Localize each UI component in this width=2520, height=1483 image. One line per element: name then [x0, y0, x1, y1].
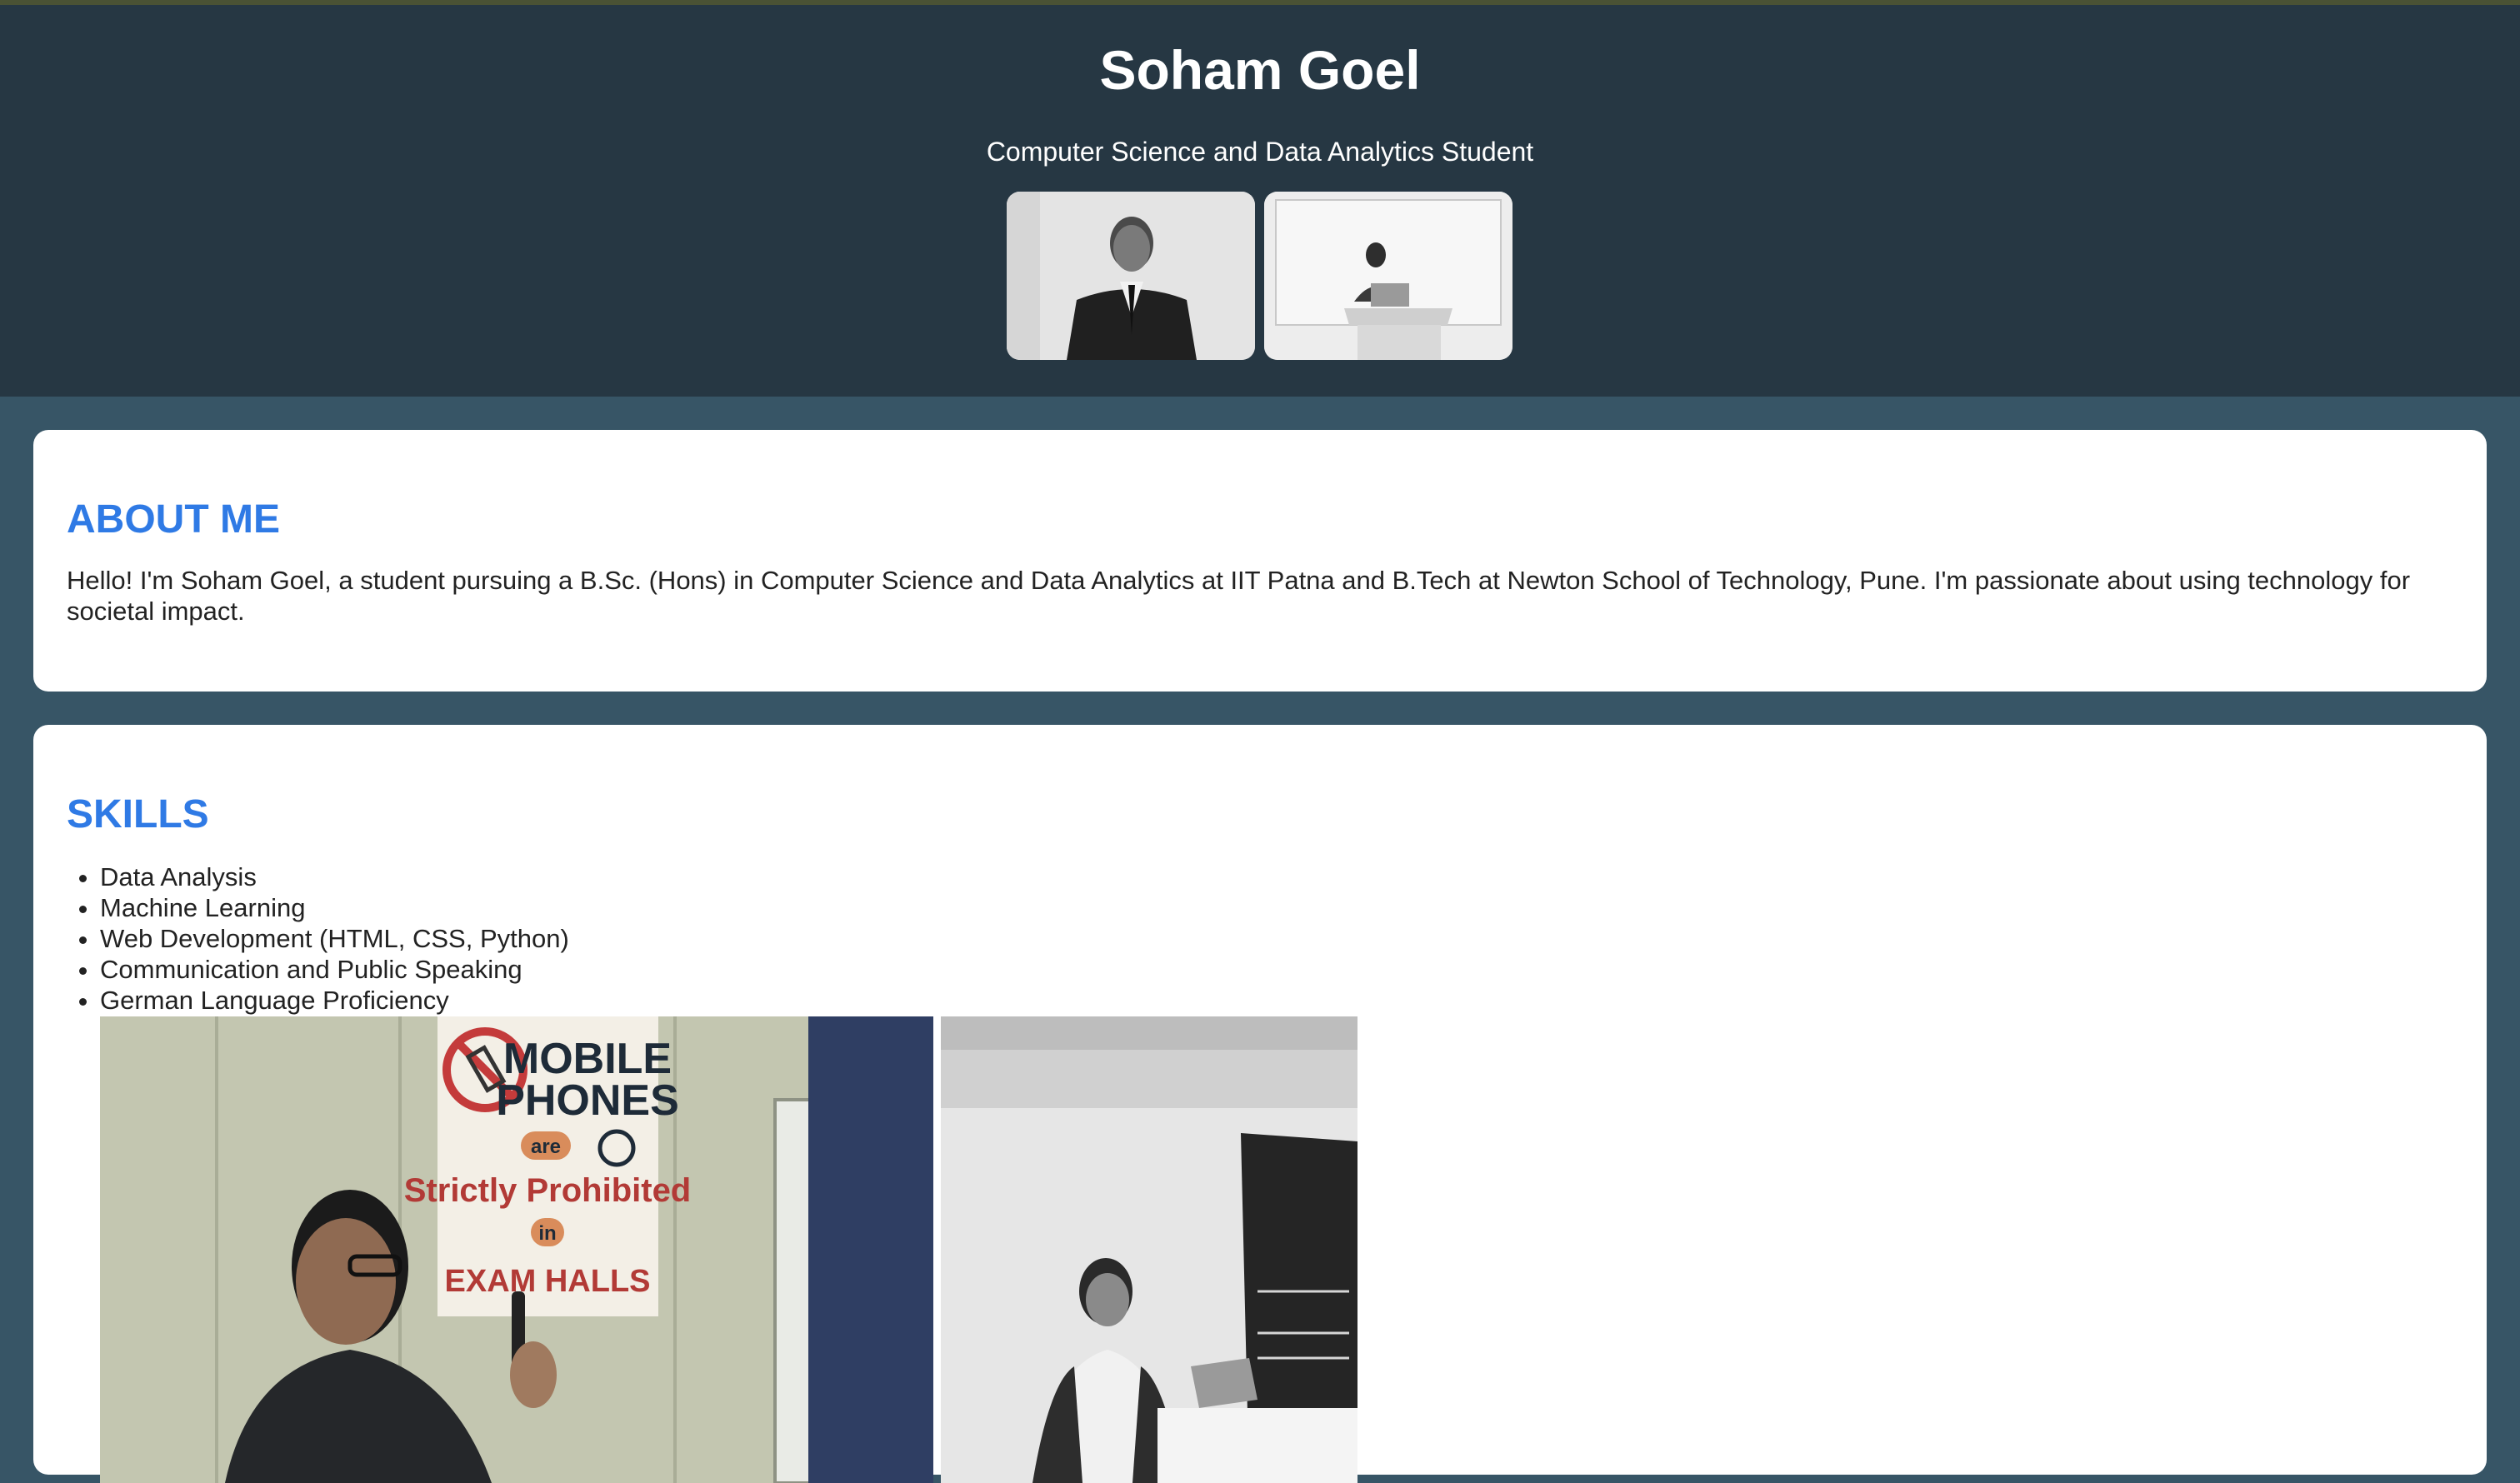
- skills-section: SKILLS Data Analysis Machine Learning We…: [33, 725, 2487, 1483]
- profile-photo-suit-image: [1007, 192, 1255, 360]
- skills-list: Data Analysis Machine Learning Web Devel…: [67, 861, 569, 1016]
- exam-sign-line2: PHONES: [496, 1076, 679, 1125]
- exam-sign-line3: are: [531, 1136, 561, 1158]
- skills-heading: SKILLS: [67, 792, 209, 836]
- speaking-photo-conference-image: [941, 1016, 1358, 1483]
- speaking-photo-conference: [941, 1016, 1358, 1483]
- speaking-photo-exam-hall-image: MOBILE PHONES are Strictly Prohibited in…: [100, 1016, 933, 1483]
- about-heading: ABOUT ME: [67, 497, 280, 542]
- exam-sign-line6: EXAM HALLS: [445, 1264, 651, 1299]
- profile-photo-podium-image: [1264, 192, 1512, 360]
- skill-item: Communication and Public Speaking: [100, 954, 569, 985]
- page-subtitle: Computer Science and Data Analytics Stud…: [986, 137, 1534, 167]
- about-text: Hello! I'm Soham Goel, a student pursuin…: [67, 566, 2411, 626]
- page-title: Soham Goel: [1099, 39, 1421, 101]
- exam-sign-line4: Strictly Prohibited: [404, 1172, 692, 1209]
- about-section: ABOUT ME Hello! I'm Soham Goel, a studen…: [33, 430, 2487, 692]
- profile-photo-suit: [1007, 192, 1255, 360]
- site-header: Soham Goel Computer Science and Data Ana…: [0, 5, 2520, 397]
- skill-item: German Language Proficiency: [100, 985, 569, 1016]
- skill-item: Machine Learning: [100, 892, 569, 923]
- profile-photo-podium: [1264, 192, 1512, 360]
- skill-item: Web Development (HTML, CSS, Python): [100, 923, 569, 954]
- exam-sign-line5: in: [538, 1222, 556, 1245]
- speaking-photo-exam-hall: MOBILE PHONES are Strictly Prohibited in…: [100, 1016, 933, 1483]
- skill-item: Data Analysis: [100, 861, 569, 892]
